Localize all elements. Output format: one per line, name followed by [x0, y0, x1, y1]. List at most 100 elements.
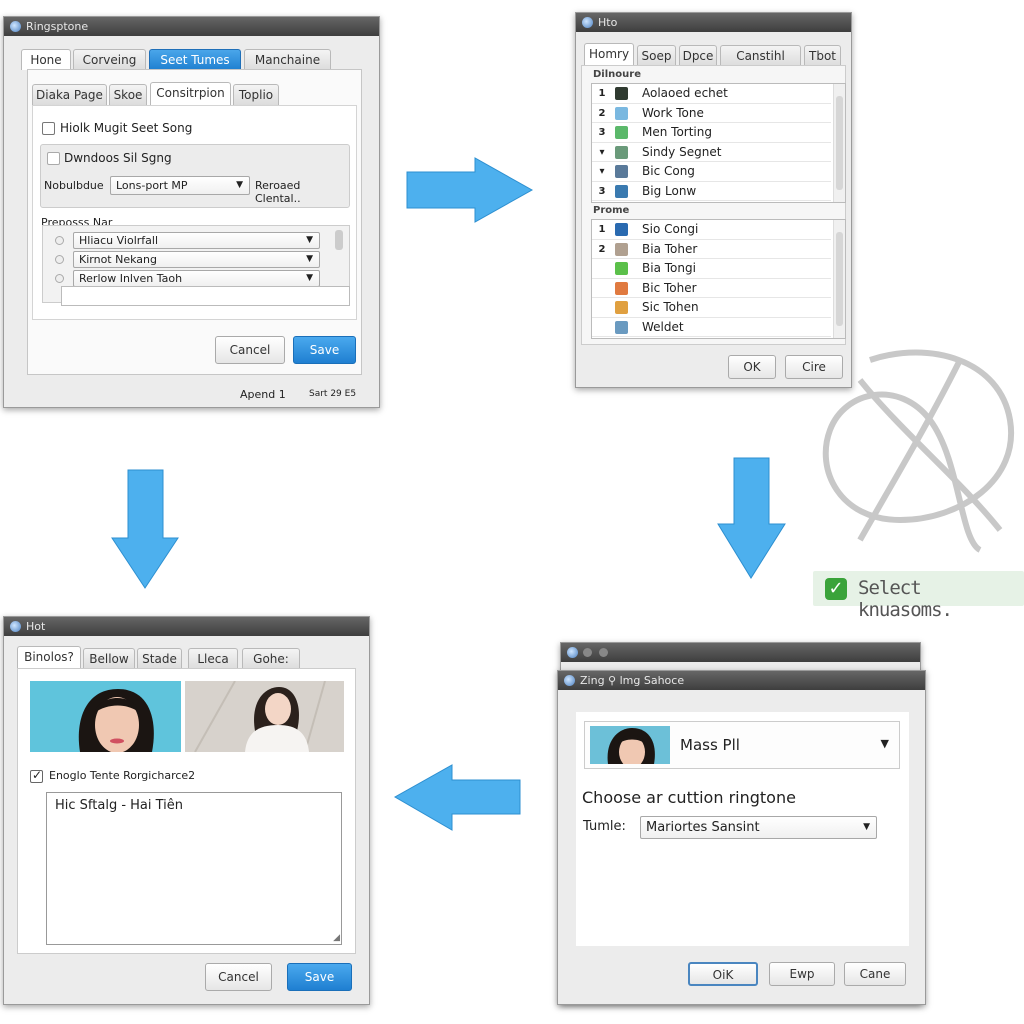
ringtone-name: Bia Toher — [642, 241, 698, 256]
tab-manchaine[interactable]: Manchaine — [244, 49, 331, 70]
status-right: Sart 29 E5 — [309, 389, 357, 399]
tab-tbot[interactable]: Tbot — [804, 45, 841, 66]
preset-value: Rerlow Inlven Taoh — [79, 272, 183, 285]
chevron-down-icon: ▼ — [236, 180, 243, 190]
ringtone-row[interactable]: 1 Sio Congi — [592, 220, 831, 240]
contact-photo-1[interactable] — [30, 681, 181, 752]
ok-button[interactable]: OK — [728, 355, 776, 379]
ringtone-row[interactable]: Bic Toher — [592, 279, 831, 298]
tab-soep[interactable]: Soep — [637, 45, 676, 66]
maximize-icon[interactable] — [599, 648, 608, 657]
enoglo-checkbox[interactable]: ✓ — [30, 768, 43, 783]
ringtone-row[interactable]: Sic Tohen — [592, 298, 831, 318]
status-left: Apend 1 — [240, 388, 286, 401]
ringtone-row[interactable]: 3 Big Lonw — [592, 182, 831, 201]
ringtone-text-area[interactable]: Hic Sftalg - Hai Tiên ◢ — [46, 792, 342, 945]
ringtone-name: Sio Congi — [642, 222, 699, 236]
arrow-right-icon — [406, 157, 534, 223]
app-icon — [582, 17, 593, 28]
flame-icon — [615, 301, 628, 314]
ringtone-name: Men Torting — [642, 125, 712, 139]
scrollbar[interactable] — [833, 84, 845, 202]
title-bar — [561, 643, 920, 662]
ringtone-row[interactable]: Weldet — [592, 318, 831, 337]
tab-hone[interactable]: Hone — [21, 49, 71, 70]
content-panel: Mass Pll ▼ Choose ar cuttion ringtone Tu… — [576, 712, 909, 946]
cancel-button[interactable]: Cire — [785, 355, 843, 379]
checkbox-hiolk[interactable] — [42, 122, 55, 135]
gear-icon — [615, 242, 628, 256]
tab-homry[interactable]: Homry — [584, 43, 634, 65]
widget-icon — [615, 320, 628, 334]
title-bar: Ringsptone — [4, 17, 379, 36]
ringtone-row[interactable]: 1 Aolaoed echet — [592, 84, 831, 104]
tab-stade[interactable]: Stade — [137, 648, 182, 669]
row-number: 2 — [598, 107, 606, 119]
ringtone-row[interactable]: 2 Work Tone — [592, 104, 831, 123]
arrow-left-icon — [393, 764, 521, 831]
ringtone-row[interactable]: ▾ Bic Cong — [592, 162, 831, 182]
bell-icon — [615, 126, 628, 139]
ringtone-row[interactable]: 3 Men Torting — [592, 123, 831, 143]
preset-radio[interactable] — [55, 236, 64, 245]
ringtone-name: Big Lonw — [642, 183, 697, 198]
resize-handle-icon[interactable]: ◢ — [333, 933, 340, 943]
preset-select[interactable]: Kirnot Nekang ▼ — [73, 251, 320, 268]
preset-select[interactable]: Hliacu Violrfall ▼ — [73, 232, 320, 249]
chevron-down-icon: ▼ — [880, 737, 889, 750]
ringtone-row[interactable]: Bia Tongi — [592, 259, 831, 279]
checkbox-dwndoos-label: Dwndoos Sil Sgng — [64, 151, 172, 165]
tab-corveing[interactable]: Corveing — [73, 49, 146, 70]
cancel-button[interactable]: Cane — [844, 962, 906, 986]
window-title: Zing ⚲ lmg Sahoce — [580, 674, 685, 687]
tab-binolos[interactable]: Binolos? — [17, 646, 81, 669]
title-bar: Hot — [4, 617, 369, 636]
subtab-skoe[interactable]: Skoe — [109, 84, 147, 105]
exp-button[interactable]: Ewp — [769, 962, 835, 986]
cloud-icon — [615, 106, 628, 120]
ringtone-list-window: Hto Homry Soep Dpce Canstihl Loan Tbot D… — [575, 12, 852, 388]
ok-button[interactable]: OiK — [688, 962, 758, 986]
subtab-consitrpion[interactable]: Consitrpion — [150, 82, 231, 105]
ringtone-row[interactable]: 2 Bia Toher — [592, 240, 831, 259]
save-button[interactable]: Save — [287, 963, 352, 991]
tab-gohe[interactable]: Gohe: — [242, 648, 300, 669]
format-select[interactable]: Lons-port MP ▼ — [110, 176, 250, 195]
preset-radio[interactable] — [55, 255, 64, 264]
watermark-shape-icon — [822, 349, 1015, 553]
preset-radio[interactable] — [55, 274, 64, 283]
section1-label: Dilnoure — [593, 69, 641, 80]
save-button[interactable]: Save — [293, 336, 356, 364]
contact-select[interactable]: Mass Pll ▼ — [584, 721, 900, 769]
tab-bellow[interactable]: Bellow — [83, 648, 135, 669]
scrollbar[interactable] — [335, 230, 343, 250]
format-value: Lons-port MP — [116, 179, 188, 192]
tone-select[interactable]: Mariortes Sansint ▼ — [640, 816, 877, 839]
cancel-button[interactable]: Cancel — [205, 963, 272, 991]
preset-select[interactable]: Rerlow Inlven Taoh ▼ — [73, 270, 320, 287]
subtab-toplio[interactable]: Toplio — [233, 84, 279, 105]
minimize-icon[interactable] — [583, 648, 592, 657]
scrollbar[interactable] — [833, 220, 845, 338]
tone-label: Tumle: — [583, 819, 626, 834]
checkbox-dwndoos[interactable] — [47, 152, 60, 165]
subtab-panel: Hiolk Mugit Seet Song Dwndoos Sil Sgng N… — [32, 105, 357, 320]
ringtone-row[interactable]: ▾ Sindy Segnet — [592, 143, 831, 162]
picture-icon — [615, 184, 628, 198]
ringtone-name: Work Tone — [642, 105, 704, 120]
tab-canstihl-loan[interactable]: Canstihl Loan — [720, 45, 801, 83]
format-label: Nobulbdue — [44, 179, 104, 192]
contact-photo-2[interactable] — [185, 681, 344, 752]
ringtone-name: Weldet — [642, 319, 684, 334]
dark-tile-icon — [615, 87, 628, 100]
cancel-button[interactable]: Cancel — [215, 336, 285, 364]
tab-dpce[interactable]: Dpce — [679, 45, 717, 66]
text-input[interactable] — [61, 286, 350, 306]
row-number: ▾ — [599, 166, 605, 177]
landscape-icon — [615, 223, 628, 236]
chevron-down-icon: ▼ — [306, 235, 313, 245]
preset-value: Hliacu Violrfall — [79, 234, 159, 247]
tab-seet-tumes[interactable]: Seet Tumes — [149, 49, 241, 70]
subtab-diaka-page[interactable]: Diaka Page — [32, 84, 107, 105]
tab-lleca[interactable]: Lleca — [188, 648, 238, 669]
